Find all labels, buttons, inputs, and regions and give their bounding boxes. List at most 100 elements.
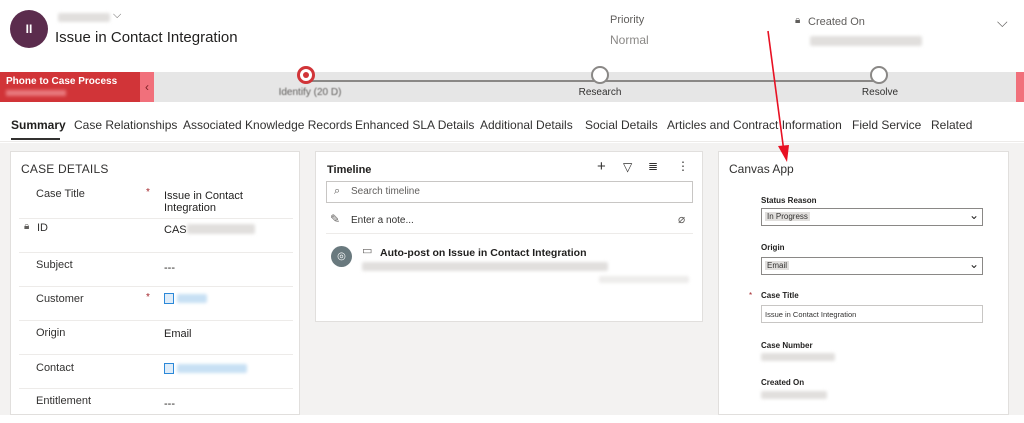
add-icon[interactable]: + bbox=[597, 158, 606, 175]
field-value[interactable]: Issue in Contact Integration bbox=[164, 190, 293, 214]
origin-dropdown[interactable]: Email ⌄ bbox=[761, 257, 983, 275]
active-tab-indicator bbox=[11, 138, 60, 140]
lock-icon: 🔒︎ bbox=[795, 15, 801, 26]
enter-note-input[interactable]: ✎ Enter a note... ⌀ bbox=[326, 210, 693, 234]
account-icon bbox=[164, 293, 174, 304]
field-contact[interactable]: Contact bbox=[19, 355, 293, 389]
entity-name-redacted bbox=[58, 13, 110, 22]
tab-field-service[interactable]: Field Service bbox=[852, 118, 921, 132]
tab-enhanced-sla-details[interactable]: Enhanced SLA Details bbox=[355, 118, 474, 132]
status-reason-dropdown[interactable]: In Progress ⌄ bbox=[761, 208, 983, 226]
lock-icon: 🔒︎ bbox=[24, 221, 30, 232]
search-placeholder: Search timeline bbox=[351, 186, 420, 197]
bpf-next-edge[interactable] bbox=[1016, 72, 1024, 102]
field-label: Contact bbox=[36, 362, 74, 374]
field-label: Entitlement bbox=[36, 395, 92, 407]
contact-value-redacted[interactable] bbox=[177, 364, 247, 373]
field-label: Customer bbox=[36, 293, 84, 305]
tab-associated-knowledge-records[interactable]: Associated Knowledge Records bbox=[183, 118, 352, 132]
post-timestamp-redacted bbox=[599, 276, 689, 283]
case-title-input[interactable]: Issue in Contact Integration bbox=[761, 305, 983, 323]
field-subject[interactable]: Subject --- bbox=[19, 253, 293, 287]
search-icon: ⌕ bbox=[334, 185, 341, 197]
priority-label: Priority bbox=[610, 14, 645, 26]
more-options-icon[interactable]: ⋮ bbox=[677, 159, 689, 173]
stage-label-resolve: Resolve bbox=[861, 87, 899, 98]
filter-icon[interactable]: ▽ bbox=[623, 160, 632, 174]
field-label: ID bbox=[37, 222, 48, 234]
timeline-title: Timeline bbox=[327, 164, 372, 176]
record-header: II ⌵ Issue in Contact Integration Priori… bbox=[0, 0, 1024, 72]
case-number-label: Case Number bbox=[761, 341, 813, 350]
field-value[interactable]: --- bbox=[164, 262, 175, 274]
process-name-panel[interactable]: Phone to Case Process bbox=[0, 72, 140, 102]
chevron-down-icon: ⌄ bbox=[968, 257, 979, 271]
required-marker: * bbox=[146, 187, 150, 198]
attachment-icon[interactable]: ⌀ bbox=[678, 212, 685, 226]
sort-icon[interactable]: ≣ bbox=[648, 159, 658, 173]
tab-additional-details[interactable]: Additional Details bbox=[480, 118, 573, 132]
stage-label-identify: Identify (20 D) bbox=[278, 87, 342, 98]
status-reason-value: In Progress bbox=[765, 212, 810, 221]
field-value: CAS bbox=[164, 224, 187, 236]
note-placeholder: Enter a note... bbox=[351, 215, 414, 226]
field-customer[interactable]: Customer * bbox=[19, 287, 293, 321]
section-title: CASE DETAILS bbox=[21, 162, 109, 176]
field-id[interactable]: 🔒︎ ID CAS bbox=[19, 219, 293, 253]
chevron-down-icon[interactable]: ⌵ bbox=[113, 9, 121, 22]
field-entitlement[interactable]: Entitlement --- bbox=[19, 389, 293, 423]
stage-node-identify[interactable] bbox=[297, 66, 315, 84]
created-on-label: Created On bbox=[808, 16, 865, 28]
status-reason-label: Status Reason bbox=[761, 196, 817, 205]
customer-value-redacted[interactable] bbox=[177, 294, 207, 303]
case-title-value: Issue in Contact Integration bbox=[765, 310, 857, 319]
created-on-value-redacted bbox=[810, 36, 922, 46]
business-process-flow: Phone to Case Process ‹ Identify (20 D) … bbox=[0, 66, 1024, 102]
field-case-title[interactable]: Case Title * Issue in Contact Integratio… bbox=[19, 185, 293, 219]
auto-post-icon: ▭ bbox=[362, 245, 373, 257]
stage-node-resolve[interactable] bbox=[870, 66, 888, 84]
page-title: Issue in Contact Integration bbox=[55, 29, 238, 46]
created-on-redacted bbox=[761, 391, 827, 399]
field-label: Origin bbox=[36, 327, 66, 339]
field-origin[interactable]: Origin Email bbox=[19, 321, 293, 355]
field-label: Case Title bbox=[36, 188, 85, 200]
case-details-section: CASE DETAILS Case Title * Issue in Conta… bbox=[10, 151, 300, 415]
required-marker: * bbox=[146, 292, 150, 303]
timeline-section: Timeline + ▽ ≣ ⋮ ⌕ Search timeline ✎ Ent… bbox=[315, 151, 703, 322]
record-avatar: II bbox=[10, 10, 48, 48]
id-value-redacted bbox=[187, 224, 255, 234]
chevron-down-icon: ⌄ bbox=[968, 208, 979, 222]
annotation-arrow bbox=[767, 30, 789, 162]
origin-value: Email bbox=[765, 261, 790, 270]
pencil-icon: ✎ bbox=[330, 212, 341, 226]
field-value[interactable]: --- bbox=[164, 398, 175, 410]
origin-label: Origin bbox=[761, 243, 785, 252]
priority-value: Normal bbox=[610, 33, 649, 47]
field-label: Subject bbox=[36, 259, 73, 271]
case-title-label: Case Title bbox=[761, 291, 799, 300]
stage-label-research: Research bbox=[578, 87, 622, 98]
field-value[interactable]: Email bbox=[164, 328, 192, 340]
tab-summary[interactable]: Summary bbox=[11, 118, 66, 132]
post-body-redacted bbox=[362, 262, 608, 271]
contact-icon bbox=[164, 363, 174, 374]
expand-header-chevron-icon[interactable]: ⌵ bbox=[997, 14, 1008, 31]
form-tab-bar: Summary Case Relationships Associated Kn… bbox=[0, 114, 1024, 142]
case-number-redacted bbox=[761, 353, 835, 361]
process-name: Phone to Case Process bbox=[6, 76, 118, 87]
timeline-search-input[interactable]: ⌕ Search timeline bbox=[326, 181, 693, 203]
timeline-post-title[interactable]: Auto-post on Issue in Contact Integratio… bbox=[380, 247, 587, 259]
process-status-redacted bbox=[6, 90, 66, 96]
annotation-arrow-head bbox=[778, 145, 789, 162]
required-marker: * bbox=[749, 291, 753, 300]
stage-node-research[interactable] bbox=[591, 66, 609, 84]
created-on-label: Created On bbox=[761, 378, 805, 387]
canvas-app-section: Canvas App Status Reason In Progress ⌄ O… bbox=[718, 151, 1009, 415]
bpf-collapse-button[interactable]: ‹ bbox=[140, 72, 154, 102]
tab-social-details[interactable]: Social Details bbox=[585, 118, 658, 132]
tab-case-relationships[interactable]: Case Relationships bbox=[74, 118, 177, 132]
tab-related[interactable]: Related bbox=[931, 118, 972, 132]
post-avatar-icon: ◎ bbox=[331, 246, 352, 267]
annotation-arrow-line bbox=[767, 30, 785, 153]
